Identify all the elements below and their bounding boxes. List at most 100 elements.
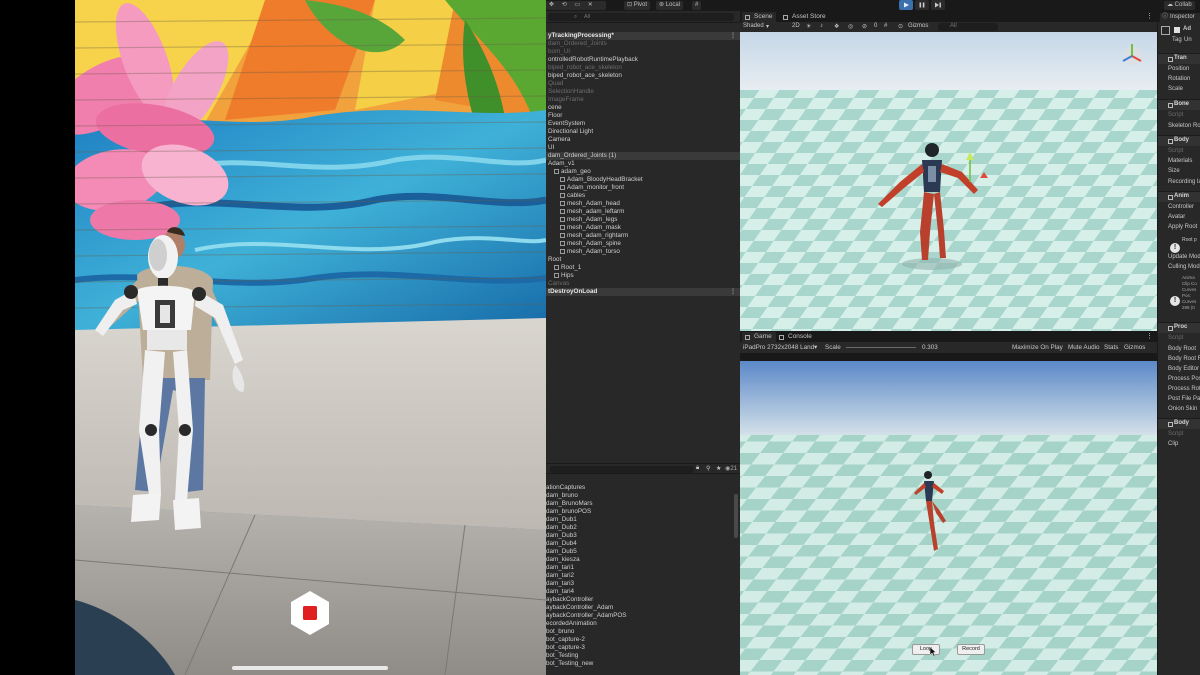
tab-console[interactable]: Console: [776, 332, 816, 342]
hierarchy-item[interactable]: dam_Ordered_Joints (1): [546, 152, 740, 160]
tab-game[interactable]: Game: [742, 332, 776, 342]
hierarchy-item[interactable]: biped_robot_ace_skeleton: [546, 72, 740, 80]
project-file-item[interactable]: dam_brunoPOS: [546, 508, 740, 516]
scene-viewport[interactable]: [740, 32, 1157, 331]
hierarchy-scene-row[interactable]: yTrackingProcessing* ⋮: [546, 32, 740, 40]
tag-dropdown[interactable]: Un: [1184, 37, 1192, 43]
maximize-on-play-toggle[interactable]: Maximize On Play: [1012, 343, 1063, 352]
star-icon[interactable]: ★: [716, 465, 721, 472]
project-file-item[interactable]: dam_tari1: [546, 564, 740, 572]
component-header[interactable]: Anim: [1158, 191, 1200, 202]
hierarchy-item[interactable]: Directional Light: [546, 128, 740, 136]
hierarchy-item[interactable]: Quad: [546, 80, 740, 88]
project-scrollbar[interactable]: [734, 494, 738, 538]
game-gizmos-dropdown[interactable]: Gizmos: [1124, 343, 1145, 352]
play-button[interactable]: [899, 0, 913, 10]
mute-audio-toggle[interactable]: Mute Audio: [1068, 343, 1100, 352]
panel-menu-icon[interactable]: ⋮: [1146, 332, 1153, 340]
project-file-item[interactable]: bot_Testing_new: [546, 660, 740, 668]
project-file-item[interactable]: ecordedAnimation: [546, 620, 740, 628]
project-file-item[interactable]: dam_Dub4: [546, 540, 740, 548]
gameobject-name-field[interactable]: Ad: [1183, 26, 1191, 32]
project-file-item[interactable]: dam_Dub3: [546, 532, 740, 540]
hierarchy-scene-row[interactable]: tDestroyOnLoad ⋮: [546, 288, 740, 296]
hierarchy-item[interactable]: mesh_Adam_spine: [546, 240, 740, 248]
snap-toggle[interactable]: #: [692, 1, 702, 10]
hierarchy-item[interactable]: ontrolledRobotRuntimePlayback: [546, 56, 740, 64]
game-viewport[interactable]: Loop Record: [740, 361, 1157, 675]
filter-icon[interactable]: ⚲: [706, 465, 710, 472]
scale-slider[interactable]: [846, 347, 916, 348]
project-file-item[interactable]: dam_tari3: [546, 580, 740, 588]
hidden-objects-icon[interactable]: ⊘: [862, 23, 867, 30]
project-file-item[interactable]: bot_capture-3: [546, 644, 740, 652]
record-button[interactable]: Record: [957, 644, 985, 655]
hierarchy-item[interactable]: ImageFrame: [546, 96, 740, 104]
stats-toggle[interactable]: Stats: [1104, 343, 1118, 352]
visibility-icon[interactable]: ◎: [848, 23, 853, 30]
hierarchy-item[interactable]: cables: [546, 192, 740, 200]
hierarchy-item[interactable]: Camera: [546, 136, 740, 144]
light-toggle-icon[interactable]: ☀: [806, 23, 811, 30]
hierarchy-item[interactable]: biped_robot_ace_skeleton: [546, 64, 740, 72]
project-file-item[interactable]: dam_bruno: [546, 492, 740, 500]
step-button[interactable]: [931, 0, 945, 10]
lock-icon[interactable]: 🔒︎: [696, 465, 699, 472]
component-header[interactable]: Proc: [1158, 322, 1200, 333]
hierarchy-item[interactable]: SelectionHandle: [546, 88, 740, 96]
hierarchy-item[interactable]: Adam_monitor_front: [546, 184, 740, 192]
project-file-item[interactable]: dam_Dub1: [546, 516, 740, 524]
panel-menu-icon[interactable]: ⋮: [1146, 12, 1153, 20]
project-file-item[interactable]: dam_kiesza: [546, 556, 740, 564]
hierarchy-item[interactable]: dam_Ordered_Joints: [546, 40, 740, 48]
pause-button[interactable]: [915, 0, 929, 10]
project-file-item[interactable]: bot_capture-2: [546, 636, 740, 644]
hierarchy-item[interactable]: mesh_Adam_torso: [546, 248, 740, 256]
component-header[interactable]: Bone: [1158, 99, 1200, 110]
camera-icon[interactable]: ⊙: [898, 23, 903, 30]
tab-asset-store[interactable]: Asset Store: [780, 12, 830, 22]
project-file-item[interactable]: dam_tari2: [546, 572, 740, 580]
transform-tools[interactable]: ✥ ⟲ ▭ ✕: [546, 1, 606, 10]
active-checkbox[interactable]: [1174, 27, 1180, 33]
hierarchy-item[interactable]: Adam_v1: [546, 160, 740, 168]
project-search[interactable]: [550, 466, 694, 473]
project-file-item[interactable]: dam_tari4: [546, 588, 740, 596]
project-file-item[interactable]: aybackController_Adam: [546, 604, 740, 612]
hierarchy-item[interactable]: mesh_Adam_mask: [546, 224, 740, 232]
project-file-item[interactable]: dam_BrunoMars: [546, 500, 740, 508]
resolution-dropdown[interactable]: iPadPro 2732x2048 Land: [743, 343, 814, 352]
hierarchy-item[interactable]: Floor: [546, 112, 740, 120]
project-file-item[interactable]: ationCaptures: [546, 484, 740, 492]
project-file-item[interactable]: bot_bruno: [546, 628, 740, 636]
hierarchy-item[interactable]: mesh_Adam_head: [546, 200, 740, 208]
hierarchy-item[interactable]: Root: [546, 256, 740, 264]
hierarchy-item[interactable]: adam_geo: [546, 168, 740, 176]
tab-scene[interactable]: Scene: [742, 12, 777, 22]
project-file-item[interactable]: aybackController_AdamPOS: [546, 612, 740, 620]
local-toggle[interactable]: ⊛ Local: [656, 1, 684, 10]
component-header[interactable]: Body: [1158, 135, 1200, 146]
record-stop-button[interactable]: [287, 590, 333, 636]
hierarchy-item[interactable]: Canvas: [546, 280, 740, 288]
gizmos-dropdown[interactable]: Gizmos: [908, 23, 928, 29]
hierarchy-item[interactable]: mesh_Adam_legs: [546, 216, 740, 224]
hierarchy-item[interactable]: EventSystem: [546, 120, 740, 128]
hierarchy-item[interactable]: mesh_adam_rightarm: [546, 232, 740, 240]
project-file-item[interactable]: dam_Dub5: [546, 548, 740, 556]
scene-search[interactable]: All: [938, 23, 998, 31]
hierarchy-item[interactable]: Adam_BloodyHeadBracket: [546, 176, 740, 184]
hierarchy-search[interactable]: ⌕ All: [548, 13, 734, 21]
pivot-toggle[interactable]: ⊡ Pivot: [624, 1, 651, 10]
hierarchy-item[interactable]: Hips: [546, 272, 740, 280]
scene-menu-icon[interactable]: ⋮: [730, 32, 736, 40]
hierarchy-item[interactable]: Root_1: [546, 264, 740, 272]
project-file-item[interactable]: bot_Testing: [546, 652, 740, 660]
project-file-item[interactable]: dam_Dub2: [546, 524, 740, 532]
component-header[interactable]: Body: [1158, 418, 1200, 429]
collab-button[interactable]: ☁ Collab: [1164, 1, 1195, 10]
hierarchy-item[interactable]: UI: [546, 144, 740, 152]
audio-toggle-icon[interactable]: ♪: [820, 23, 823, 29]
tab-inspector[interactable]: ⓘ Inspector: [1160, 13, 1200, 22]
project-file-item[interactable]: aybackController: [546, 596, 740, 604]
